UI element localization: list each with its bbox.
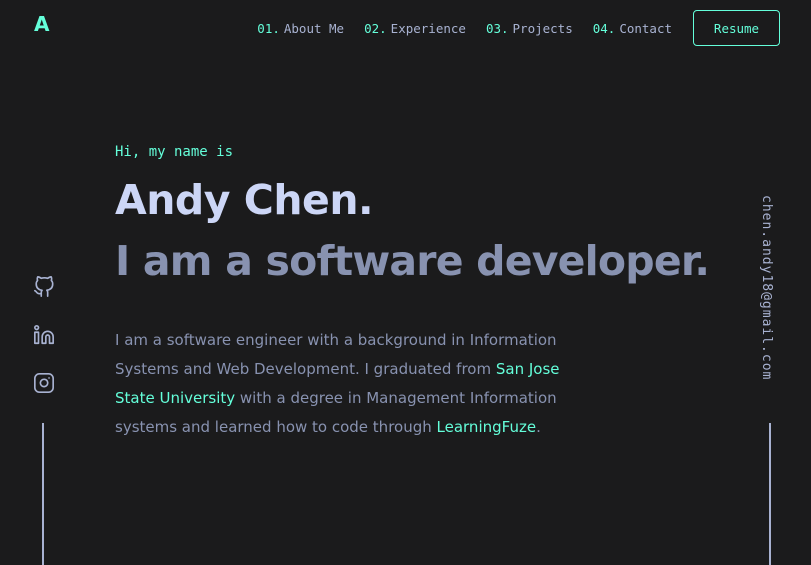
github-icon: [34, 276, 54, 297]
email-link[interactable]: chen.andy18@gmail.com: [759, 195, 774, 380]
bio-text: I am a software engineer with a backgrou…: [115, 331, 557, 378]
nav-label: Experience: [390, 20, 466, 36]
resume-button[interactable]: Resume: [693, 10, 780, 46]
linkedin-link[interactable]: [33, 324, 55, 346]
nav-number: 01.: [257, 20, 280, 36]
social-links: [34, 276, 54, 420]
nav-experience[interactable]: 02. Experience: [364, 21, 466, 36]
nav-number: 03.: [485, 20, 509, 36]
hero-name: Andy Chen.: [115, 176, 374, 224]
instagram-link[interactable]: [33, 372, 55, 394]
bio-text: .: [536, 418, 541, 436]
learningfuze-link[interactable]: LearningFuze: [437, 418, 537, 436]
nav-number: 04.: [592, 20, 616, 36]
nav-projects[interactable]: 03. Projects: [486, 21, 573, 36]
logo[interactable]: A: [34, 12, 49, 36]
right-rail-line: [769, 423, 771, 565]
linkedin-icon: [34, 325, 54, 345]
nav-number: 02.: [364, 20, 387, 36]
hero-tagline: I am a software developer.: [115, 237, 710, 285]
nav-label: Projects: [512, 20, 573, 36]
instagram-icon: [34, 373, 54, 393]
nav-about-me[interactable]: 01. About Me: [257, 21, 344, 36]
nav-contact[interactable]: 04. Contact: [593, 21, 672, 36]
hero-bio: I am a software engineer with a backgrou…: [115, 326, 595, 442]
hero-section: Hi, my name is Andy Chen. I am a softwar…: [115, 144, 715, 442]
nav-label: Contact: [619, 20, 672, 36]
left-rail-line: [42, 423, 44, 565]
nav-label: About Me: [283, 20, 345, 36]
hero-greeting: Hi, my name is: [115, 144, 234, 160]
top-nav: 01. About Me 02. Experience 03. Projects 04…: [257, 10, 780, 46]
github-link[interactable]: [33, 276, 55, 298]
